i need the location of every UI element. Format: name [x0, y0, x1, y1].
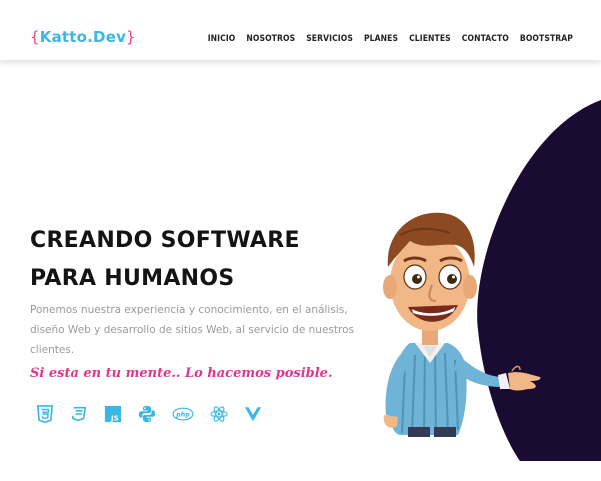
javascript-icon: JS — [104, 405, 122, 422]
logo-brace-open: { — [30, 28, 40, 46]
js-icon-text: JS — [110, 413, 119, 422]
vue-icon — [244, 407, 262, 422]
nav-inicio[interactable]: INICIO — [208, 34, 236, 44]
nav-servicios[interactable]: SERVICIOS — [306, 34, 353, 44]
nav-contacto[interactable]: CONTACTO — [462, 34, 509, 44]
php-icon: php — [172, 407, 194, 421]
navbar: {Katto.Dev} INICIO NOSOTROS SERVICIOS PL… — [0, 0, 601, 60]
html5-icon — [36, 405, 54, 423]
brand-logo[interactable]: {Katto.Dev} — [30, 28, 136, 46]
hero-slogan: Si esta en tu mente.. Lo hacemos posible… — [30, 366, 333, 381]
mascot-illustration — [383, 212, 541, 437]
nav-bootstrap[interactable]: BOOTSTRAP — [520, 34, 573, 44]
tech-icons-row: JS php — [36, 405, 262, 423]
php-icon-text: php — [175, 411, 190, 418]
logo-name: Katto.Dev — [39, 28, 127, 46]
python-icon — [138, 405, 156, 423]
hero-description: Ponemos nuestra experiencia y conocimien… — [30, 304, 354, 356]
react-icon — [210, 406, 228, 422]
hero-title: CREANDO SOFTWARE PARA HUMANOS — [30, 228, 300, 291]
nav-clientes[interactable]: CLIENTES — [409, 34, 451, 44]
nav-planes[interactable]: PLANES — [364, 34, 398, 44]
main-nav: INICIO NOSOTROS SERVICIOS PLANES CLIENTE… — [208, 34, 573, 44]
nav-nosotros[interactable]: NOSOTROS — [246, 34, 295, 44]
logo-brace-close: } — [126, 28, 136, 46]
css3-icon — [71, 406, 87, 422]
